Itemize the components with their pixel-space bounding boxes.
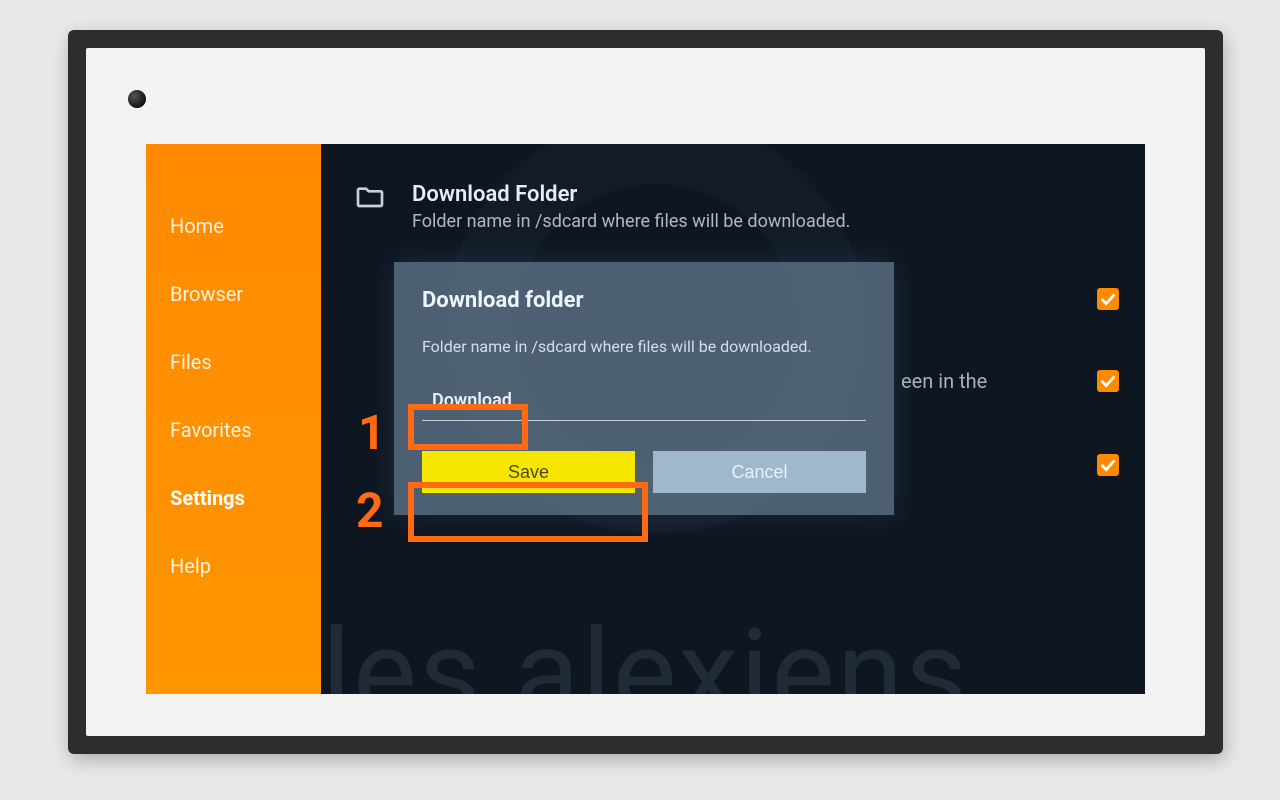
sidebar-item-home[interactable]: Home bbox=[146, 192, 321, 260]
setting-row-download-folder[interactable]: Download Folder Folder name in /sdcard w… bbox=[354, 182, 850, 232]
checkbox-3[interactable] bbox=[1097, 454, 1119, 476]
checkbox-1[interactable] bbox=[1097, 288, 1119, 310]
checkbox-2[interactable] bbox=[1097, 370, 1119, 392]
sidebar-item-files[interactable]: Files bbox=[146, 328, 321, 396]
setting-row-text: Download Folder Folder name in /sdcard w… bbox=[412, 182, 850, 232]
setting-subtitle: Folder name in /sdcard where files will … bbox=[412, 211, 850, 232]
screen: Home Browser Files Favorites Settings He… bbox=[146, 144, 1145, 694]
dialog-title: Download folder bbox=[422, 288, 866, 313]
input-underline bbox=[422, 420, 866, 421]
dialog-input-row: Download bbox=[422, 386, 866, 415]
device-frame: Home Browser Files Favorites Settings He… bbox=[68, 30, 1223, 754]
cancel-button[interactable]: Cancel bbox=[653, 451, 866, 493]
sidebar: Home Browser Files Favorites Settings He… bbox=[146, 144, 321, 694]
sidebar-item-favorites[interactable]: Favorites bbox=[146, 396, 321, 464]
device-bezel: Home Browser Files Favorites Settings He… bbox=[86, 48, 1205, 736]
folder-name-input[interactable]: Download bbox=[422, 386, 522, 415]
dialog-buttons: Save Cancel bbox=[422, 451, 866, 493]
annotation-number-2: 2 bbox=[356, 482, 384, 539]
setting-title: Download Folder bbox=[412, 182, 850, 207]
download-folder-dialog: Download folder Folder name in /sdcard w… bbox=[394, 262, 894, 515]
sidebar-item-browser[interactable]: Browser bbox=[146, 260, 321, 328]
annotation-number-1: 1 bbox=[358, 404, 386, 461]
folder-icon bbox=[354, 182, 386, 218]
background-text-fragment: een in the bbox=[901, 368, 987, 394]
sidebar-item-help[interactable]: Help bbox=[146, 532, 321, 600]
dialog-subtitle: Folder name in /sdcard where files will … bbox=[422, 337, 866, 356]
save-button[interactable]: Save bbox=[422, 451, 635, 493]
camera-icon bbox=[128, 90, 146, 108]
sidebar-item-settings[interactable]: Settings bbox=[146, 464, 321, 532]
